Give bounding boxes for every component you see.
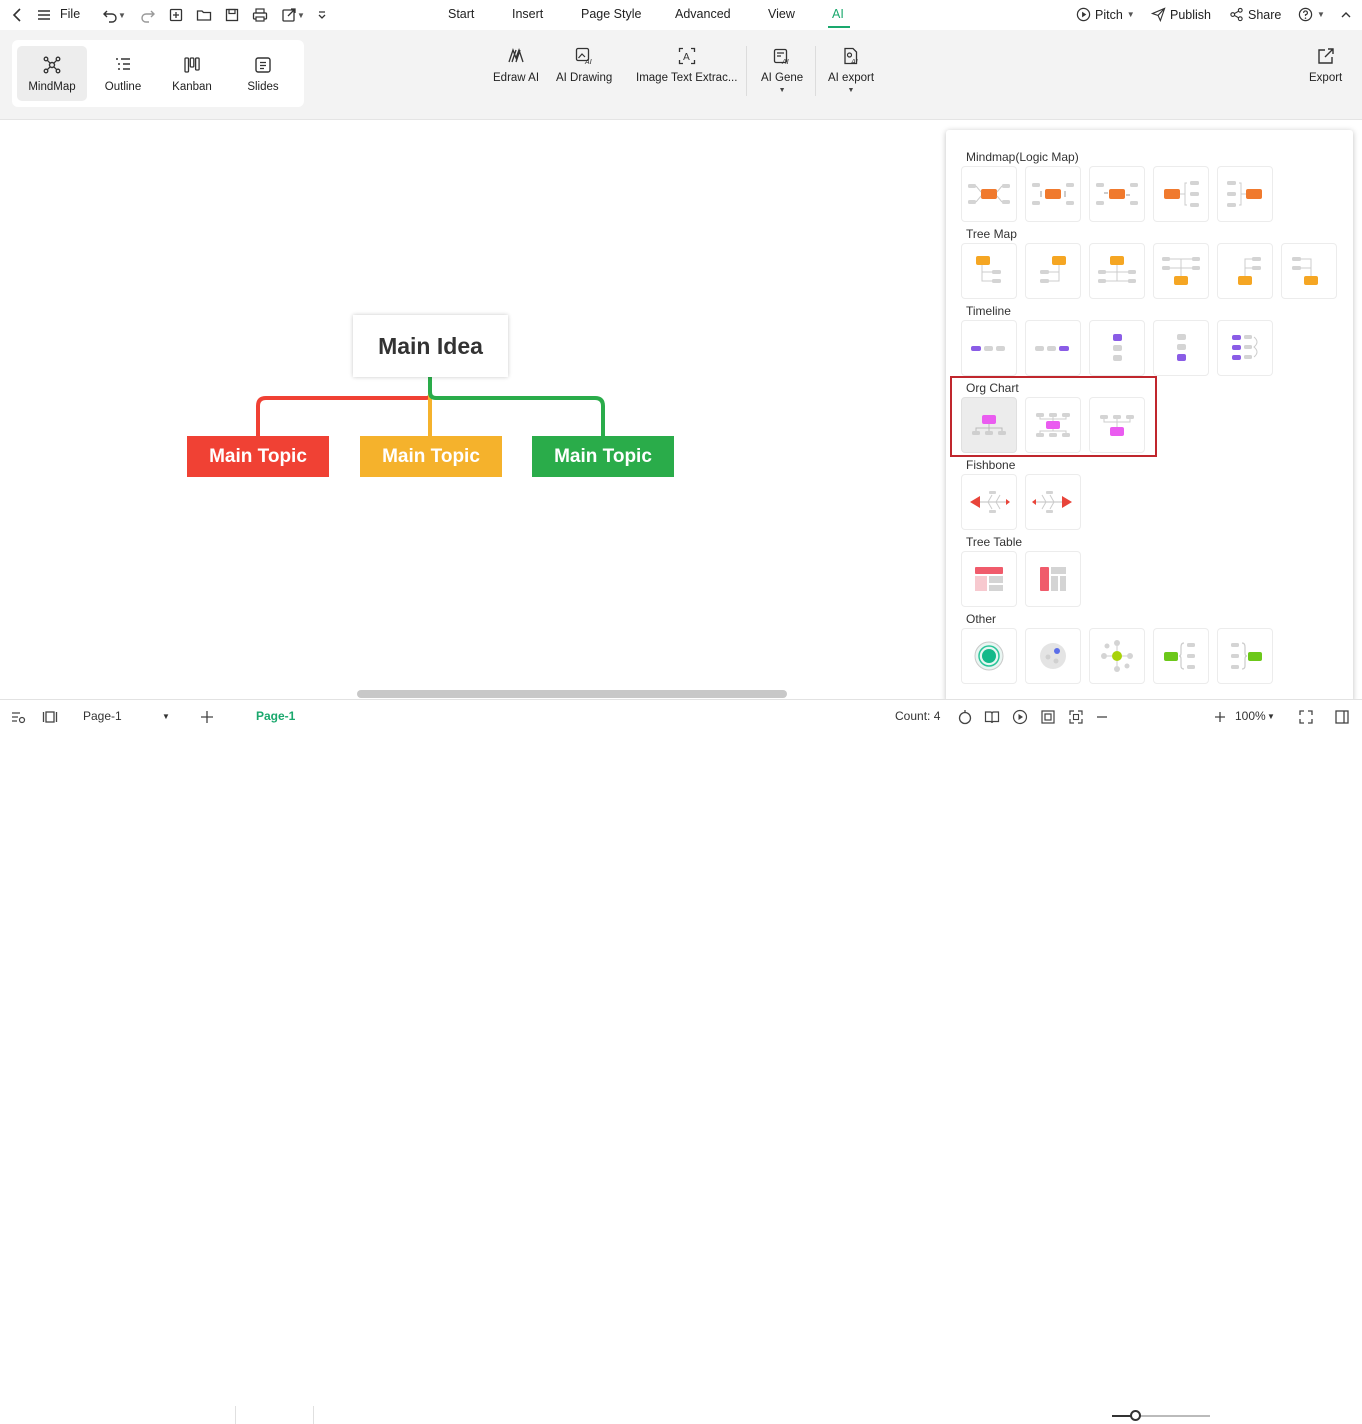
count-label: Count: 4 [895,709,941,723]
layout-brace-map-right[interactable] [1153,628,1209,684]
layout-timeline-3[interactable] [1089,320,1145,376]
fit-page-icon[interactable] [1040,709,1056,725]
section-title-tree-table: Tree Table [966,535,1023,549]
layout-left-map[interactable] [1217,166,1273,222]
section-title-mindmap: Mindmap(Logic Map) [966,150,1079,164]
section-title-fishbone: Fishbone [966,458,1016,472]
page-view-icon[interactable] [42,709,58,725]
layout-tree-table-2[interactable] [1025,551,1081,607]
zoom-out-icon[interactable] [1094,709,1110,725]
section-title-other: Other [966,612,997,626]
section-title-tree-map: Tree Map [966,227,1017,241]
fullscreen-icon[interactable] [1298,709,1314,725]
statusbar-divider [235,1406,236,1424]
layout-bubble-map[interactable] [1025,628,1081,684]
layout-brace-map-left[interactable] [1217,628,1273,684]
layout-tree-map-5[interactable] [1217,243,1273,299]
zoom-in-icon[interactable] [1212,709,1228,725]
org-chart-highlight-box [950,376,1157,457]
section-title-timeline: Timeline [966,304,1011,318]
layout-tree-map-3[interactable] [1089,243,1145,299]
layout-mindmap-3[interactable] [1089,166,1145,222]
layout-mindmap-2[interactable] [1025,166,1081,222]
layout-tree-map-1[interactable] [961,243,1017,299]
collapse-panel-icon[interactable] [1334,709,1350,725]
zoom-level[interactable]: 100% [1235,709,1266,723]
page-select-dropdown-icon[interactable]: ▼ [162,712,170,721]
layout-circular-map[interactable] [961,628,1017,684]
layout-timeline-1[interactable] [961,320,1017,376]
connector-left [256,374,432,438]
layout-timeline-2[interactable] [1025,320,1081,376]
page-select[interactable]: Page-1 [83,709,122,723]
layout-tree-table-1[interactable] [961,551,1017,607]
layout-timeline-5[interactable] [1217,320,1273,376]
layout-timeline-4[interactable] [1153,320,1209,376]
statusbar-divider [313,1406,314,1424]
layout-fishbone-left[interactable] [961,474,1017,530]
main-topic-node[interactable]: Main Topic [532,436,674,477]
main-topic-node[interactable]: Main Topic [187,436,329,477]
zoom-dropdown-icon[interactable]: ▼ [1267,712,1275,721]
layout-fishbone-right[interactable] [1025,474,1081,530]
add-page-icon[interactable] [199,709,215,725]
main-idea-node[interactable]: Main Idea [353,315,508,377]
zoom-slider-handle[interactable] [1130,1410,1141,1421]
layout-tree-map-6[interactable] [1281,243,1337,299]
horizontal-scrollbar[interactable] [357,690,787,698]
layout-tree-map-2[interactable] [1025,243,1081,299]
layout-right-map[interactable] [1153,166,1209,222]
main-topic-node[interactable]: Main Topic [360,436,502,477]
focus-mode-icon[interactable] [957,709,973,725]
layout-mindmap-1[interactable] [961,166,1017,222]
page-settings-icon[interactable] [10,709,26,725]
connector-right [428,374,605,438]
play-icon[interactable] [1012,709,1028,725]
fit-screen-icon[interactable] [1068,709,1084,725]
layout-radial-map[interactable] [1089,628,1145,684]
layout-tree-map-4[interactable] [1153,243,1209,299]
page-tab-active[interactable]: Page-1 [256,709,295,723]
book-view-icon[interactable] [984,709,1000,725]
status-bar: Page-1 ▼ Page-1 Count: 4 100% ▼ [0,699,1362,1424]
